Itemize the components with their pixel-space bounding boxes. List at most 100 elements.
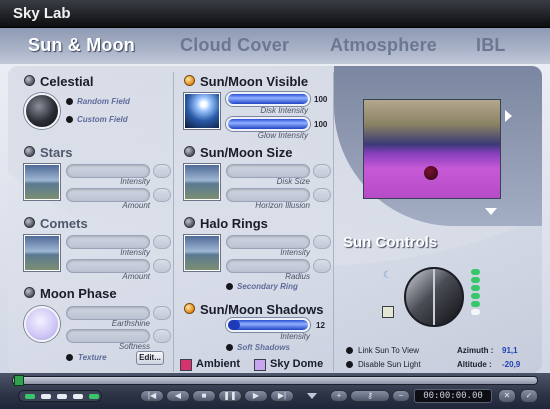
halo-radius-field[interactable] (313, 259, 331, 273)
soft-shadows-radio[interactable] (226, 344, 233, 351)
stars-toggle[interactable] (24, 146, 35, 157)
ok-icon[interactable]: ✓ (520, 389, 538, 403)
comets-thumbnail[interactable] (24, 235, 60, 271)
ambient-label: Ambient (196, 358, 240, 370)
disk-size-field[interactable] (313, 164, 331, 178)
sky-dome-swatch[interactable] (254, 359, 266, 371)
secondary-ring-label: Secondary Ring (237, 282, 298, 291)
window-title: Sky Lab (13, 5, 71, 22)
tab-cloud-cover[interactable]: Cloud Cover (180, 35, 289, 56)
step-back-icon[interactable]: ◀ (166, 390, 190, 402)
earthshine-slider[interactable] (66, 306, 150, 320)
mode-led-1[interactable] (25, 394, 35, 399)
timeline-menu-icon[interactable] (307, 393, 317, 399)
stars-intensity-field[interactable] (153, 164, 171, 178)
pause-icon[interactable]: ❚❚ (218, 390, 242, 402)
halo-radius-slider[interactable] (226, 259, 310, 273)
secondary-ring-radio[interactable] (226, 283, 233, 290)
timeline-playhead[interactable] (14, 375, 24, 386)
level-bar (471, 301, 480, 307)
preview-expand-icon[interactable] (505, 110, 512, 122)
halo-rings-thumbnail[interactable] (184, 235, 220, 271)
stop-icon[interactable]: ■ (192, 390, 216, 402)
add-key-icon[interactable]: + (330, 390, 348, 402)
shadows-toggle[interactable] (184, 303, 195, 314)
comets-intensity-slider[interactable] (66, 235, 150, 249)
comets-amount-slider[interactable] (66, 259, 150, 273)
mode-led-3[interactable] (57, 394, 67, 399)
stars-title: Stars (40, 145, 73, 160)
disk-size-slider[interactable] (226, 164, 310, 178)
edit-button[interactable]: Edit... (136, 351, 164, 365)
softness-slider[interactable] (66, 329, 150, 343)
key-icon[interactable]: ⚷ (350, 390, 390, 402)
disk-intensity-label: Disk Intensity (260, 106, 308, 115)
disk-intensity-slider[interactable] (226, 92, 310, 106)
horizon-illusion-slider[interactable] (226, 188, 310, 202)
shadow-intensity-fill (228, 320, 240, 330)
halo-intensity-slider[interactable] (226, 235, 310, 249)
sun-moon-size-title: Sun/Moon Size (200, 145, 293, 160)
celestial-title: Celestial (40, 74, 94, 89)
moon-icon: ☾ (383, 270, 392, 281)
azimuth-value[interactable]: 91,1 (502, 346, 518, 355)
glow-intensity-slider[interactable] (226, 117, 310, 131)
sun-moon-visible-thumbnail[interactable] (184, 93, 220, 129)
tab-atmosphere[interactable]: Atmosphere (330, 35, 437, 56)
ambient-swatch[interactable] (180, 359, 192, 371)
link-sun-radio[interactable] (346, 347, 353, 354)
halo-rings-toggle[interactable] (184, 217, 195, 228)
sun-color-swatch[interactable] (382, 306, 394, 318)
mode-led-2[interactable] (41, 394, 51, 399)
time-readout[interactable]: 00:00:00.00 (414, 389, 492, 403)
mode-led-5[interactable] (89, 394, 99, 399)
stars-amount-field[interactable] (153, 188, 171, 202)
earthshine-field[interactable] (153, 306, 171, 320)
title-bar[interactable]: Sky Lab (0, 0, 550, 28)
celestial-toggle[interactable] (24, 75, 35, 86)
horizon-illusion-label: Horizon Illusion (255, 201, 310, 210)
cancel-icon[interactable]: ✕ (498, 389, 516, 403)
custom-field-radio[interactable] (66, 116, 73, 123)
sun-marker[interactable] (424, 166, 438, 180)
celestial-sphere (24, 93, 60, 129)
stars-intensity-slider[interactable] (66, 164, 150, 178)
comets-intensity-field[interactable] (153, 235, 171, 249)
disk-size-label: Disk Size (276, 177, 310, 186)
sun-moon-size-thumbnail[interactable] (184, 164, 220, 200)
stars-amount-slider[interactable] (66, 188, 150, 202)
go-end-icon[interactable]: ▶| (270, 390, 294, 402)
tab-ibl[interactable]: IBL (476, 35, 506, 56)
sky-preview[interactable] (363, 99, 501, 199)
halo-intensity-field[interactable] (313, 235, 331, 249)
shadow-intensity-value: 12 (316, 321, 325, 330)
texture-radio[interactable] (66, 354, 73, 361)
halo-intensity-label: Intensity (280, 248, 310, 257)
sun-moon-visible-toggle[interactable] (184, 75, 195, 86)
stars-thumbnail[interactable] (24, 164, 60, 200)
mode-led-4[interactable] (73, 394, 83, 399)
texture-label: Texture (78, 353, 107, 362)
remove-key-icon[interactable]: − (392, 390, 410, 402)
comets-amount-label: Amount (122, 272, 150, 281)
level-bar (471, 277, 480, 283)
moon-phase-preview[interactable] (24, 306, 60, 342)
go-start-icon[interactable]: |◀ (140, 390, 164, 402)
level-bar (471, 293, 480, 299)
horizon-illusion-field[interactable] (313, 188, 331, 202)
sun-level-meter (471, 269, 480, 319)
comets-amount-field[interactable] (153, 259, 171, 273)
altitude-value[interactable]: -20,9 (502, 360, 520, 369)
dial-needle (433, 269, 435, 325)
disable-sun-radio[interactable] (346, 361, 353, 368)
random-field-radio[interactable] (66, 98, 73, 105)
preview-dropdown-icon[interactable] (485, 208, 497, 215)
softness-field[interactable] (153, 329, 171, 343)
comets-toggle[interactable] (24, 217, 35, 228)
sun-moon-size-toggle[interactable] (184, 146, 195, 157)
play-icon[interactable]: ▶ (244, 390, 268, 402)
tab-sun-moon[interactable]: Sun & Moon (28, 35, 135, 56)
altitude-label: Altitude : (457, 360, 492, 369)
moon-phase-toggle[interactable] (24, 287, 35, 298)
timeline-track[interactable] (12, 376, 538, 385)
